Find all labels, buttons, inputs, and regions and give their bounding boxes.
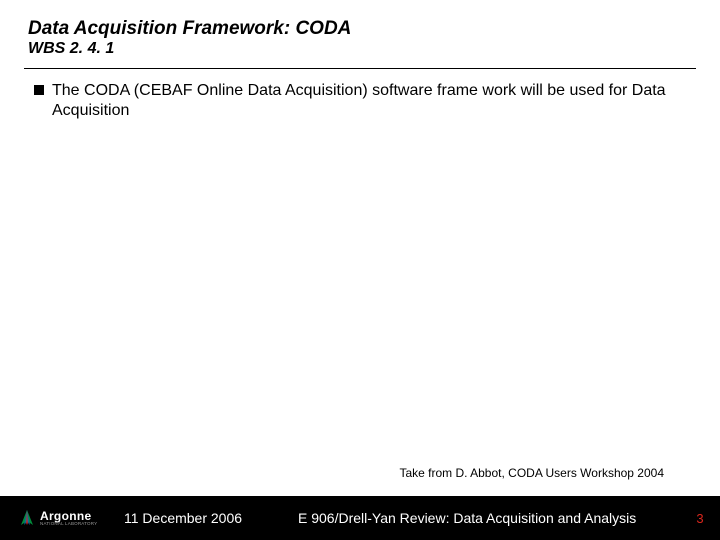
slide-subtitle: WBS 2. 4. 1 [28,40,720,58]
slide-content: The CODA (CEBAF Online Data Acquisition)… [0,69,720,121]
logo-sub: NATIONAL LABORATORY [40,522,97,527]
footer-page-number: 3 [680,511,720,526]
bullet-text: The CODA (CEBAF Online Data Acquisition)… [52,81,696,121]
square-bullet-icon [34,85,44,95]
argonne-logo: Argonne NATIONAL LABORATORY [0,509,120,527]
footer-date: 11 December 2006 [120,510,290,526]
argonne-logo-text: Argonne NATIONAL LABORATORY [40,510,97,527]
slide-header: Data Acquisition Framework: CODA WBS 2. … [0,0,720,62]
attribution-text: Take from D. Abbot, CODA Users Workshop … [399,466,664,480]
footer-title: E 906/Drell-Yan Review: Data Acquisition… [290,510,680,526]
slide-footer: Argonne NATIONAL LABORATORY 11 December … [0,496,720,540]
logo-name: Argonne [40,510,97,522]
argonne-logo-icon [18,509,36,527]
slide-title: Data Acquisition Framework: CODA [28,18,720,40]
slide: Data Acquisition Framework: CODA WBS 2. … [0,0,720,540]
bullet-item: The CODA (CEBAF Online Data Acquisition)… [34,81,696,121]
